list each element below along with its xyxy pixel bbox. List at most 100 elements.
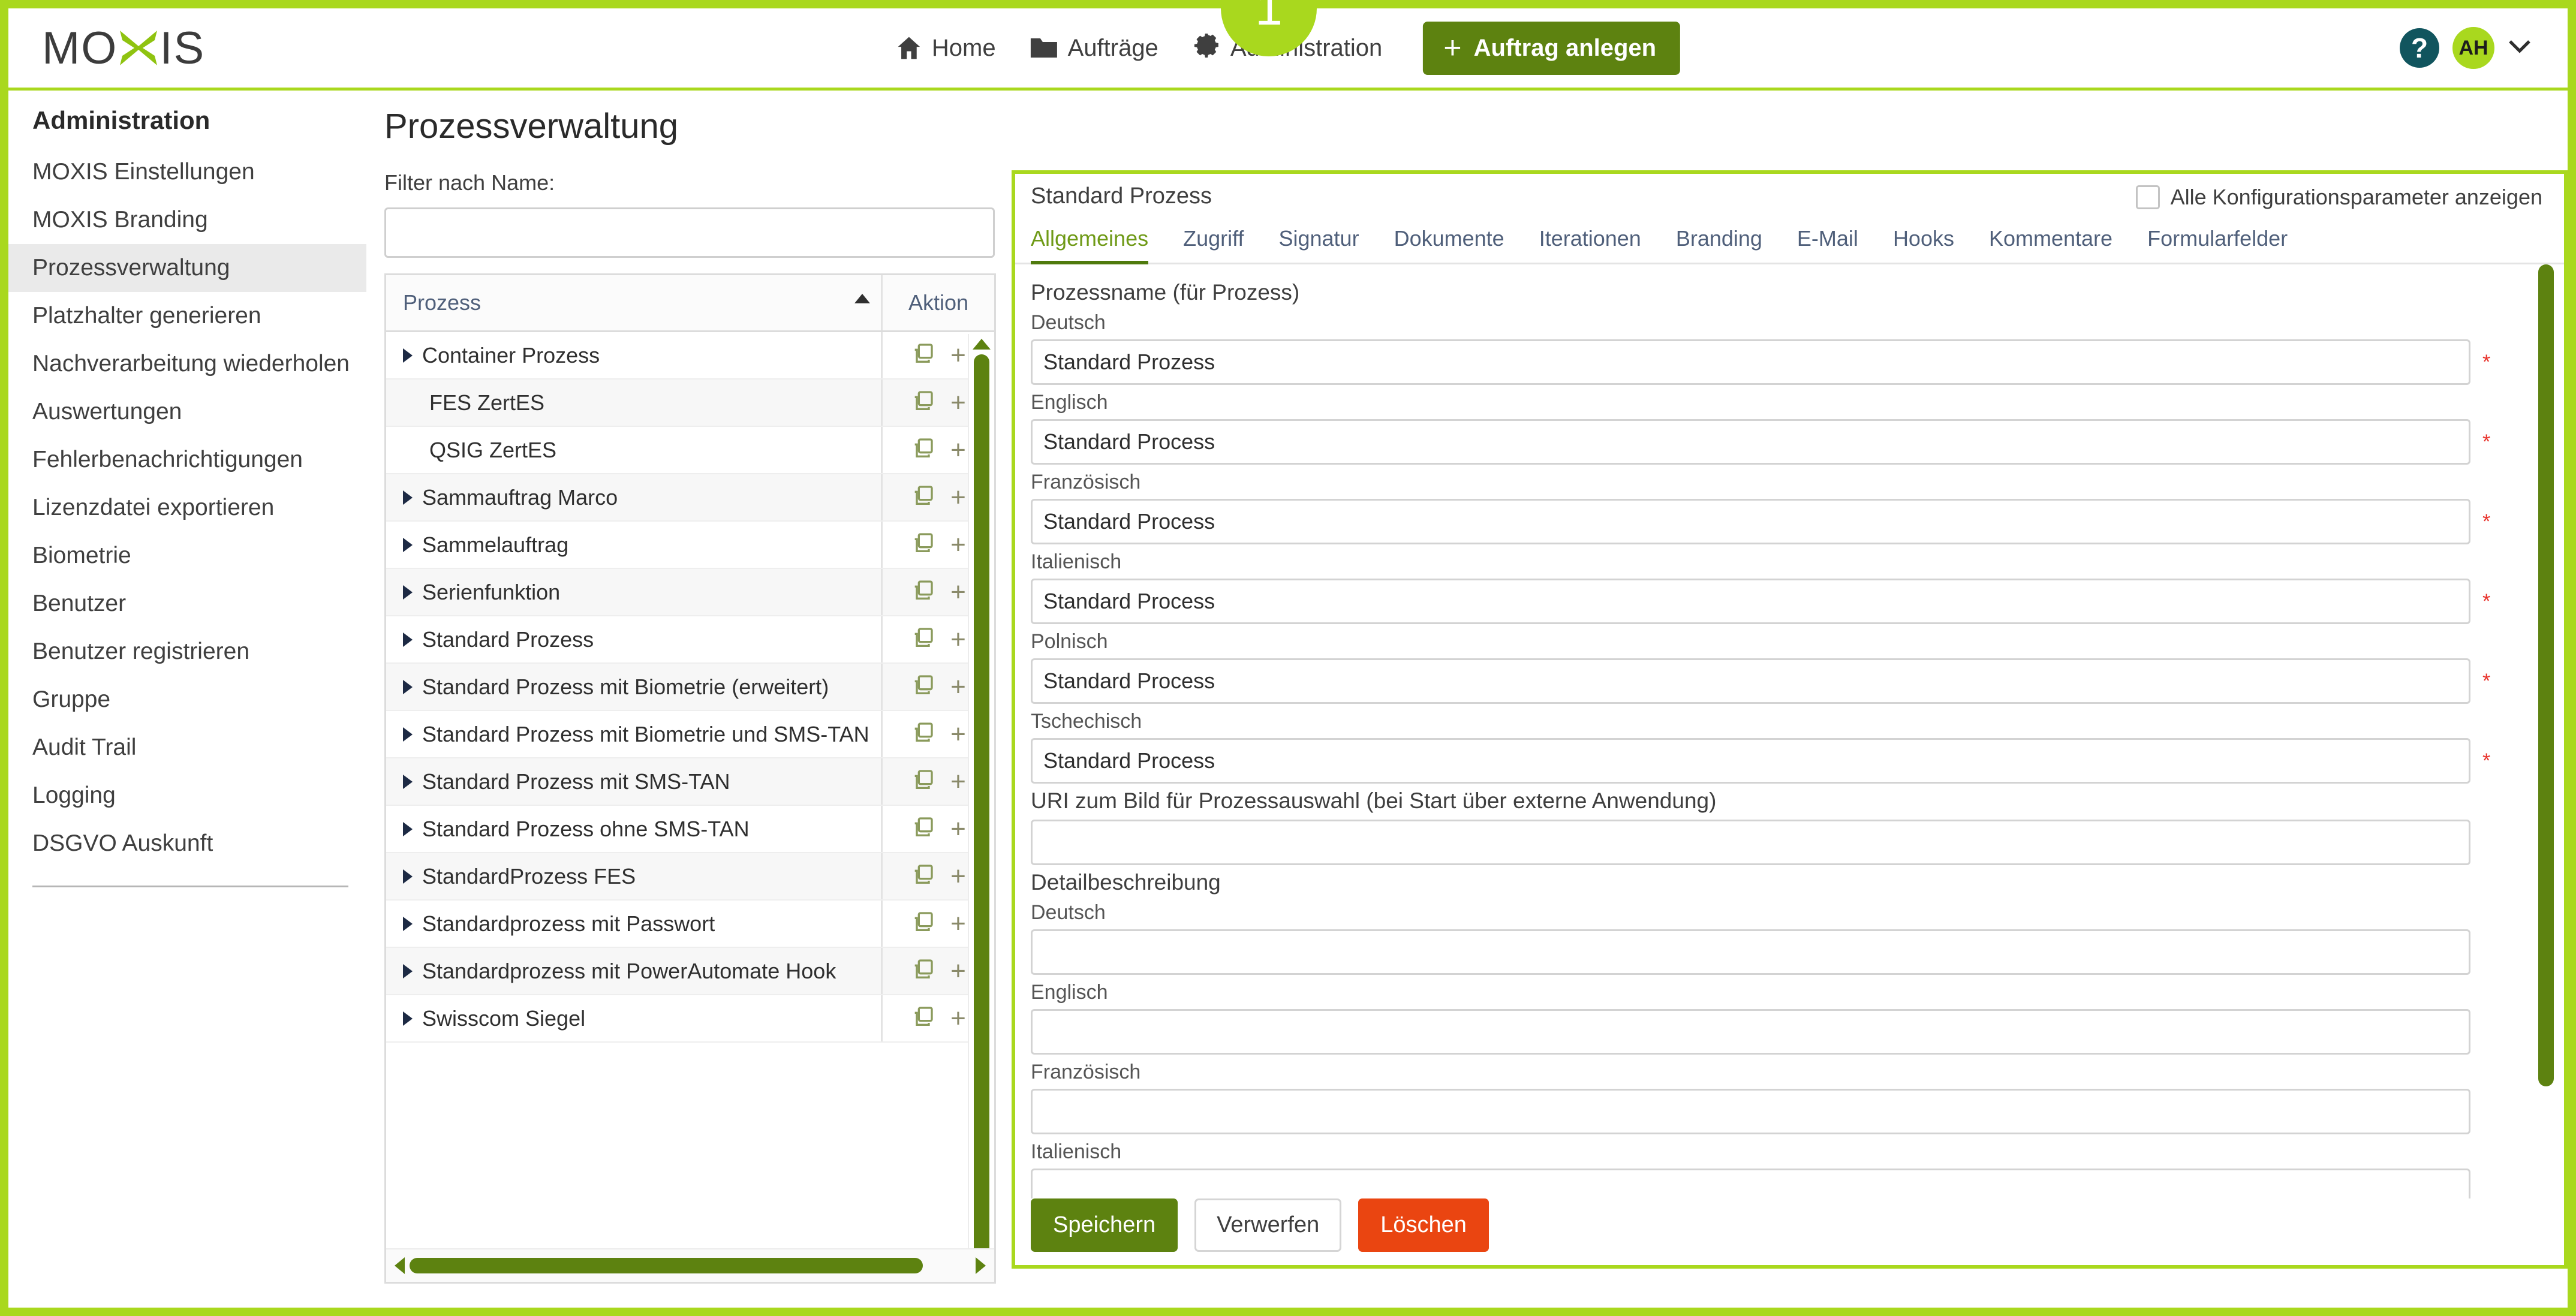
tab-dokumente[interactable]: Dokumente — [1394, 226, 1504, 264]
sidebar-item-auswertungen[interactable]: Auswertungen — [8, 388, 366, 436]
expand-triangle-icon[interactable] — [403, 1011, 413, 1026]
expand-triangle-icon[interactable] — [403, 727, 413, 742]
expand-triangle-icon[interactable] — [403, 917, 413, 931]
text-input[interactable] — [1031, 419, 2470, 465]
process-name-cell[interactable]: Standard Prozess mit Biometrie (erweiter… — [386, 664, 883, 710]
text-input[interactable] — [1031, 738, 2470, 784]
scroll-left-arrow-icon[interactable] — [395, 1257, 405, 1274]
tab-allgemeines[interactable]: Allgemeines — [1031, 226, 1148, 264]
scroll-right-arrow-icon[interactable] — [976, 1257, 986, 1274]
tab-hooks[interactable]: Hooks — [1893, 226, 1954, 264]
save-button[interactable]: Speichern — [1031, 1198, 1178, 1252]
nav-item-auftraege[interactable]: Aufträge — [1030, 35, 1158, 62]
copy-icon[interactable] — [911, 626, 935, 653]
tab-e-mail[interactable]: E-Mail — [1797, 226, 1858, 264]
plus-icon[interactable]: + — [950, 532, 966, 558]
plus-icon[interactable]: + — [950, 911, 966, 937]
sidebar-item-benutzer-registrieren[interactable]: Benutzer registrieren — [8, 628, 366, 676]
plus-icon[interactable]: + — [950, 863, 966, 890]
horizontal-scroll-thumb[interactable] — [410, 1258, 923, 1273]
avatar[interactable]: AH — [2452, 27, 2494, 69]
filter-input[interactable] — [384, 207, 995, 258]
process-name-cell[interactable]: Sammelauftrag — [386, 522, 883, 568]
show-all-params-row[interactable]: Alle Konfigurationsparameter anzeigen — [2136, 185, 2542, 210]
text-input[interactable] — [1031, 658, 2470, 704]
process-name-cell[interactable]: FES ZertES — [386, 380, 883, 426]
table-row[interactable]: Swisscom Siegel + — [386, 995, 994, 1043]
delete-button[interactable]: Löschen — [1358, 1198, 1489, 1252]
plus-icon[interactable]: + — [950, 579, 966, 606]
table-row[interactable]: Serienfunktion + — [386, 569, 994, 616]
table-vertical-scrollbar[interactable] — [968, 334, 994, 1282]
help-icon[interactable]: ? — [2400, 28, 2439, 68]
plus-icon[interactable]: + — [950, 674, 966, 700]
sidebar-item-fehlerbenachrichtigungen[interactable]: Fehlerbenachrichtigungen — [8, 436, 366, 484]
table-row[interactable]: Standardprozess mit Passwort + — [386, 901, 994, 948]
process-name-cell[interactable]: Standard Prozess mit SMS-TAN — [386, 758, 883, 805]
text-input[interactable] — [1031, 820, 2470, 865]
plus-icon[interactable]: + — [950, 1005, 966, 1032]
sidebar-item-audit-trail[interactable]: Audit Trail — [8, 724, 366, 772]
sidebar-item-benutzer[interactable]: Benutzer — [8, 580, 366, 628]
sidebar-item-dsgvo-auskunft[interactable]: DSGVO Auskunft — [8, 820, 366, 868]
plus-icon[interactable]: + — [950, 769, 966, 795]
process-name-cell[interactable]: Standardprozess mit PowerAutomate Hook — [386, 948, 883, 994]
process-name-cell[interactable]: Swisscom Siegel — [386, 995, 883, 1041]
sidebar-item-prozessverwaltung[interactable]: Prozessverwaltung — [8, 244, 366, 292]
process-name-cell[interactable]: Serienfunktion — [386, 569, 883, 615]
copy-icon[interactable] — [911, 1005, 935, 1032]
process-name-cell[interactable]: Standard Prozess — [386, 616, 883, 662]
process-name-cell[interactable]: StandardProzess FES — [386, 853, 883, 899]
scroll-up-arrow-icon[interactable] — [973, 339, 991, 350]
process-name-cell[interactable]: Sammauftrag Marco — [386, 474, 883, 520]
expand-triangle-icon[interactable] — [403, 822, 413, 836]
sidebar-item-lizenzdatei-exportieren[interactable]: Lizenzdatei exportieren — [8, 484, 366, 532]
expand-triangle-icon[interactable] — [403, 680, 413, 694]
expand-triangle-icon[interactable] — [403, 633, 413, 647]
table-row[interactable]: Sammelauftrag + — [386, 522, 994, 569]
process-name-cell[interactable]: Standard Prozess mit Biometrie und SMS-T… — [386, 711, 883, 757]
text-input[interactable] — [1031, 1009, 2470, 1055]
table-row[interactable]: Sammauftrag Marco + — [386, 474, 994, 522]
plus-icon[interactable]: + — [950, 958, 966, 984]
form-scroll-thumb[interactable] — [2538, 264, 2554, 1086]
nav-item-home[interactable]: Home — [896, 35, 996, 62]
show-all-params-checkbox[interactable] — [2136, 185, 2160, 209]
chevron-down-icon[interactable] — [2508, 39, 2532, 58]
column-header-prozess[interactable]: Prozess — [386, 275, 883, 330]
copy-icon[interactable] — [911, 863, 935, 890]
table-row[interactable]: Standard Prozess mit Biometrie und SMS-T… — [386, 711, 994, 758]
sidebar-item-gruppe[interactable]: Gruppe — [8, 676, 366, 724]
copy-icon[interactable] — [911, 484, 935, 511]
copy-icon[interactable] — [911, 768, 935, 795]
sidebar-item-platzhalter-generieren[interactable]: Platzhalter generieren — [8, 292, 366, 340]
text-input[interactable] — [1031, 929, 2470, 975]
process-name-cell[interactable]: Container Prozess — [386, 332, 883, 378]
expand-triangle-icon[interactable] — [403, 348, 413, 363]
sidebar-item-moxis-branding[interactable]: MOXIS Branding — [8, 196, 366, 244]
copy-icon[interactable] — [911, 342, 935, 369]
sidebar-item-nachverarbeitung-wiederholen[interactable]: Nachverarbeitung wiederholen — [8, 340, 366, 388]
expand-triangle-icon[interactable] — [403, 585, 413, 600]
table-row[interactable]: Standard Prozess ohne SMS-TAN+ — [386, 806, 994, 853]
tab-branding[interactable]: Branding — [1676, 226, 1762, 264]
create-order-button[interactable]: + Auftrag anlegen — [1423, 22, 1680, 75]
sidebar-item-biometrie[interactable]: Biometrie — [8, 532, 366, 580]
copy-icon[interactable] — [911, 957, 935, 984]
plus-icon[interactable]: + — [950, 484, 966, 511]
table-row[interactable]: FES ZertES+ — [386, 380, 994, 427]
table-row[interactable]: Standard Prozess+ — [386, 616, 994, 664]
copy-icon[interactable] — [911, 910, 935, 937]
text-input[interactable] — [1031, 499, 2470, 544]
copy-icon[interactable] — [911, 579, 935, 606]
expand-triangle-icon[interactable] — [403, 775, 413, 789]
tab-zugriff[interactable]: Zugriff — [1183, 226, 1244, 264]
process-name-cell[interactable]: Standardprozess mit Passwort — [386, 901, 883, 947]
plus-icon[interactable]: + — [950, 816, 966, 842]
process-name-cell[interactable]: QSIG ZertES — [386, 427, 883, 473]
table-row[interactable]: StandardProzess FES + — [386, 853, 994, 901]
expand-triangle-icon[interactable] — [403, 869, 413, 884]
moxis-logo[interactable]: MO IS — [42, 22, 205, 74]
copy-icon[interactable] — [911, 673, 935, 700]
sidebar-item-moxis-einstellungen[interactable]: MOXIS Einstellungen — [8, 148, 366, 196]
